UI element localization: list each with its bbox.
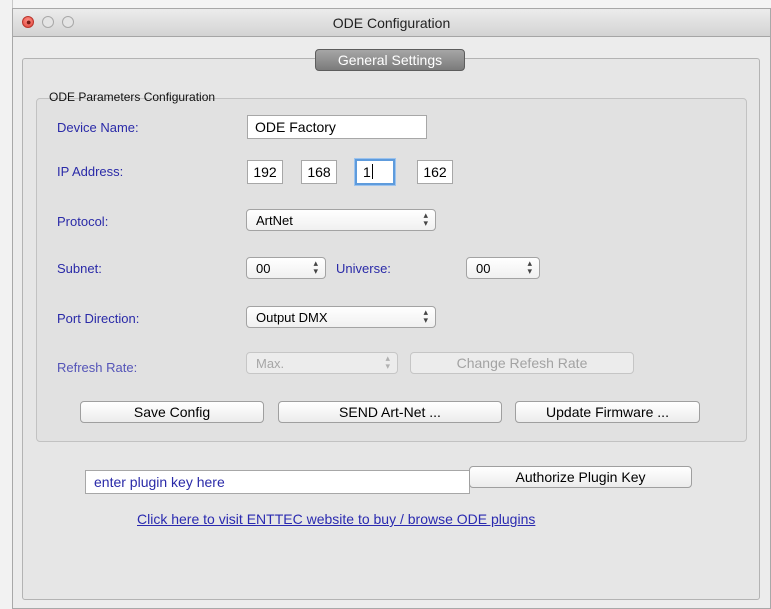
protocol-select[interactable]: ArtNet ▴ ▾: [246, 209, 436, 231]
group-title: ODE Parameters Configuration: [49, 90, 216, 104]
refresh-rate-select: Max. ▴ ▾: [246, 352, 398, 374]
title-bar: ● ODE Configuration: [13, 9, 770, 37]
refresh-rate-value: Max.: [256, 356, 285, 371]
select-arrows-icon: ▴ ▾: [313, 258, 318, 276]
plugin-key-input[interactable]: enter plugin key here: [85, 470, 470, 494]
subnet-select[interactable]: 00 ▴ ▾: [246, 257, 326, 279]
subnet-label: Subnet:: [57, 261, 102, 276]
ip-octet-4-field[interactable]: 162: [417, 160, 453, 184]
ode-configuration-window: ● ODE Configuration General Settings ODE…: [12, 8, 771, 609]
universe-select[interactable]: 00 ▴ ▾: [466, 257, 540, 279]
protocol-value: ArtNet: [256, 213, 293, 228]
port-direction-label: Port Direction:: [57, 311, 140, 326]
select-arrows-icon: ▴ ▾: [423, 210, 428, 228]
authorize-plugin-key-button[interactable]: Authorize Plugin Key: [469, 466, 692, 488]
device-name-field[interactable]: ODE Factory: [247, 115, 427, 139]
port-direction-value: Output DMX: [256, 310, 328, 325]
subnet-value: 00: [256, 261, 271, 276]
ip-address-label: IP Address:: [57, 164, 124, 179]
universe-label: Universe:: [336, 261, 391, 276]
device-name-label: Device Name:: [57, 120, 139, 135]
tab-general-settings[interactable]: General Settings: [315, 49, 465, 71]
update-firmware-button[interactable]: Update Firmware ...: [515, 401, 700, 423]
port-direction-select[interactable]: Output DMX ▴ ▾: [246, 306, 436, 328]
change-refresh-rate-button: Change Refesh Rate: [410, 352, 634, 374]
enttec-website-link[interactable]: Click here to visit ENTTEC website to bu…: [137, 511, 535, 527]
select-arrows-icon: ▴ ▾: [423, 307, 428, 325]
ip-octet-1-field[interactable]: 192: [247, 160, 283, 184]
window-title: ODE Configuration: [332, 15, 451, 31]
ip-octet-3-value: 1: [363, 164, 371, 180]
save-config-button[interactable]: Save Config: [80, 401, 264, 423]
refresh-rate-label: Refresh Rate:: [57, 360, 138, 375]
universe-value: 00: [476, 261, 491, 276]
ip-octet-2-field[interactable]: 168: [301, 160, 337, 184]
select-arrows-icon: ▴ ▾: [527, 258, 532, 276]
text-caret: [371, 164, 373, 179]
send-art-net-button[interactable]: SEND Art-Net ...: [278, 401, 502, 423]
protocol-label: Protocol:: [57, 214, 109, 229]
select-arrows-icon: ▴ ▾: [385, 353, 390, 371]
ip-octet-3-field[interactable]: 1: [355, 159, 395, 185]
parameters-group-box: [36, 98, 747, 442]
